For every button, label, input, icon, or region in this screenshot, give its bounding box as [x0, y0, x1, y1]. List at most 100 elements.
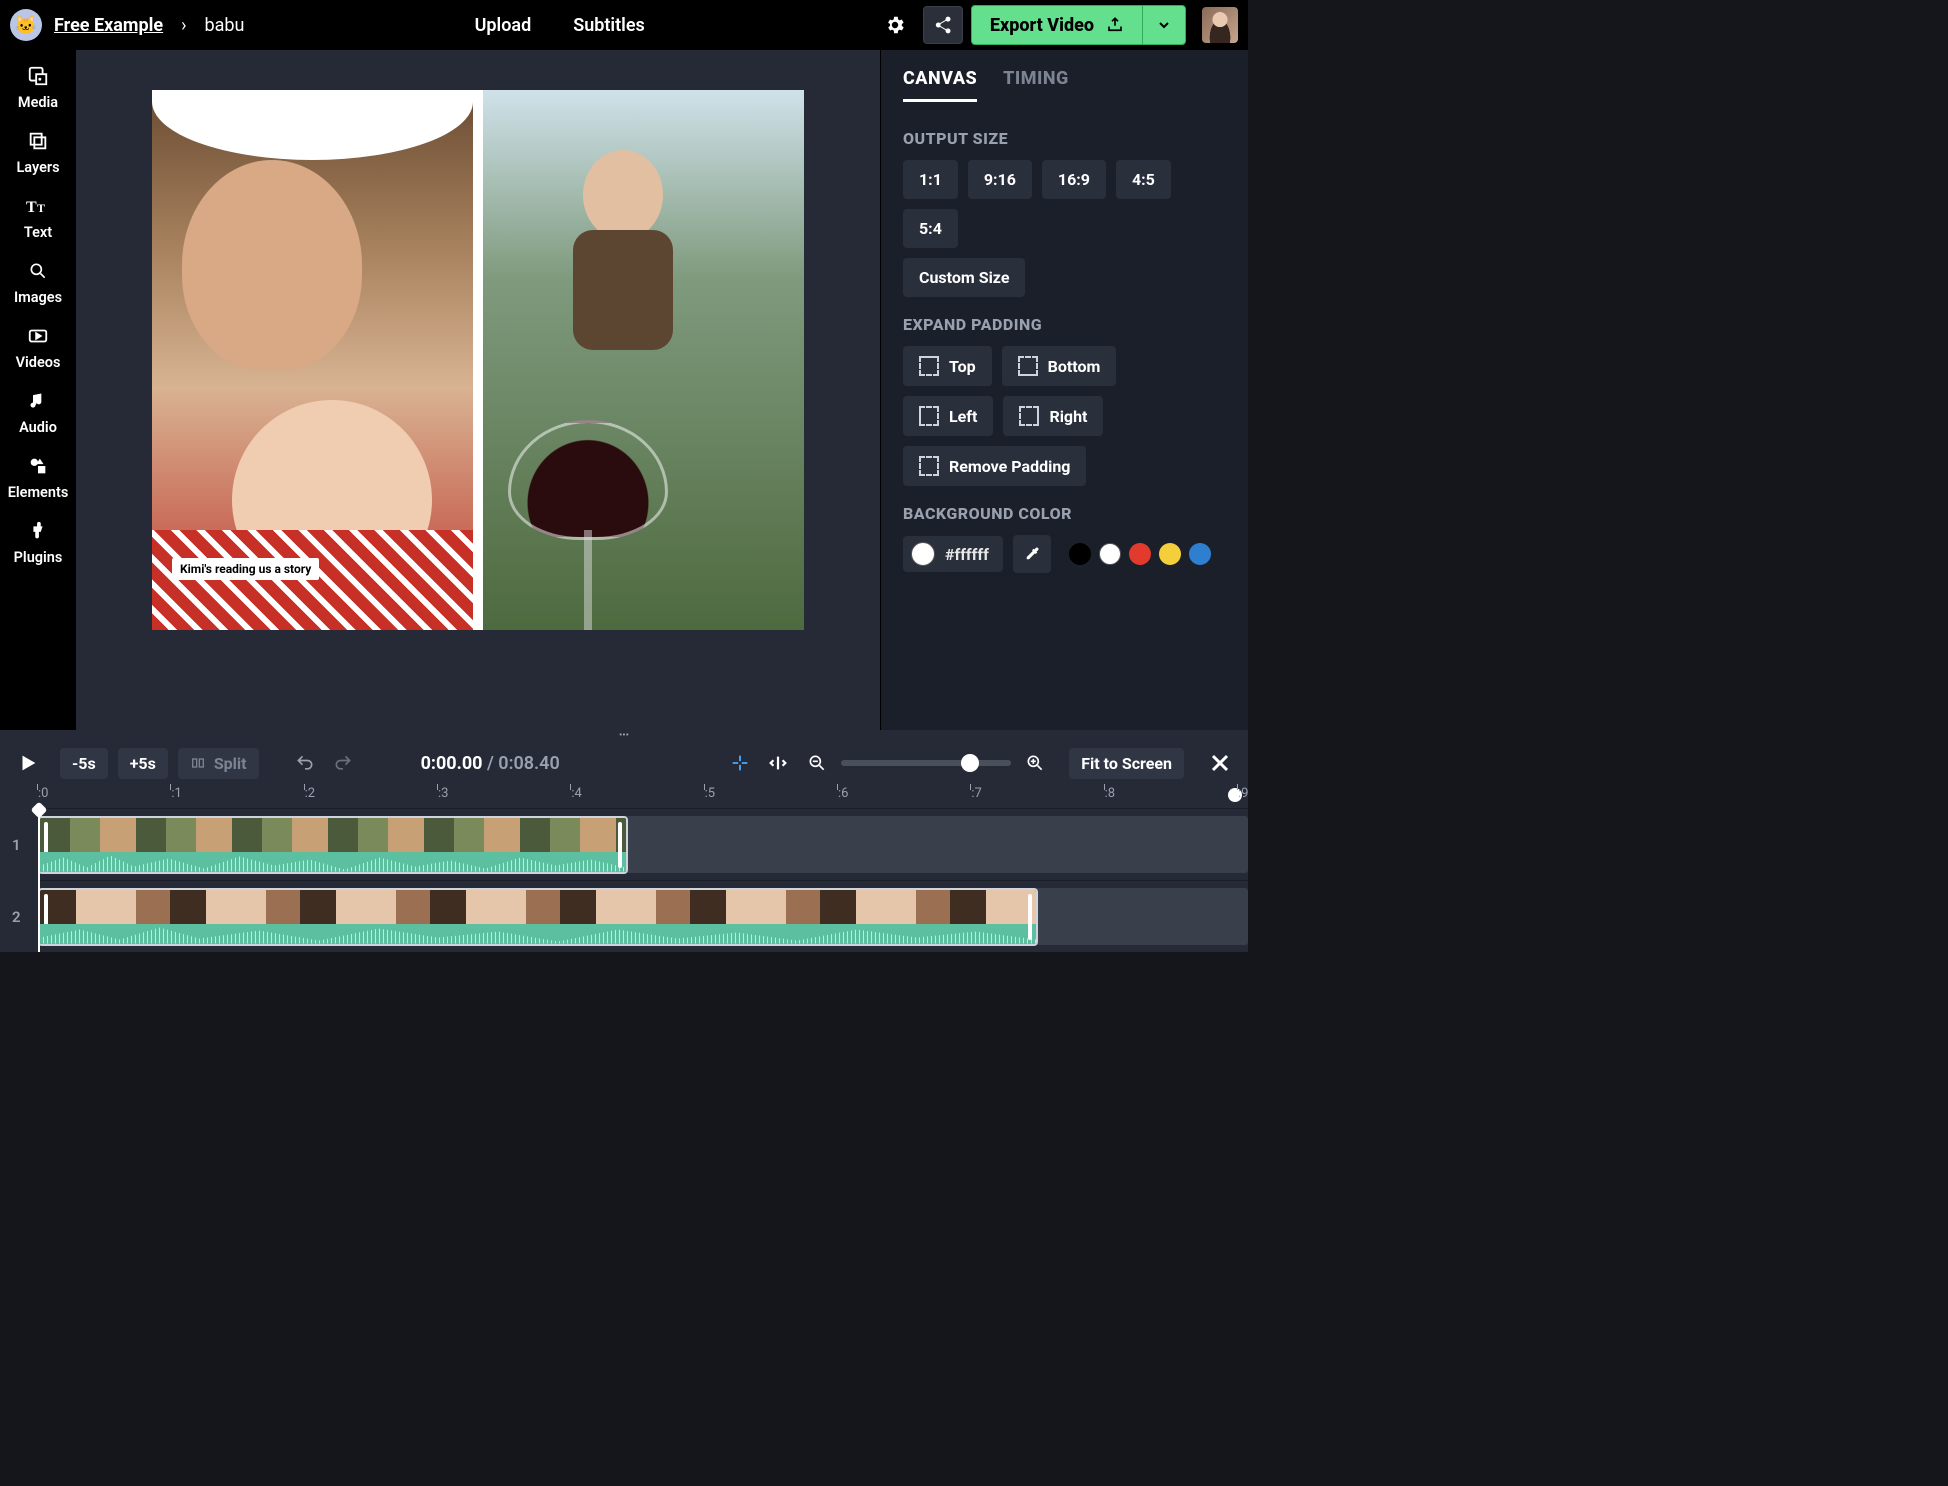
timeline-tracks: 1 2 [0, 808, 1248, 952]
share-button[interactable] [923, 6, 963, 44]
snap-button[interactable] [729, 752, 751, 774]
time-sep: / [483, 753, 499, 774]
gear-icon [884, 14, 906, 36]
tab-canvas[interactable]: CANVAS [903, 68, 977, 102]
pad-top-label: Top [949, 357, 976, 376]
swatch-red[interactable] [1129, 543, 1151, 565]
timeline-ruler[interactable]: :0:1:2:3:4:5:6:7:8:9 [0, 786, 1248, 808]
pad-left-icon [919, 406, 939, 426]
user-avatar[interactable] [1202, 7, 1238, 43]
svg-text:T: T [37, 201, 45, 215]
swatch-black[interactable] [1069, 543, 1091, 565]
ratio-4-5[interactable]: 4:5 [1116, 160, 1171, 199]
track-row-2[interactable]: 2 [38, 880, 1248, 952]
play-button[interactable] [14, 749, 42, 777]
rail-label: Images [14, 289, 62, 306]
canvas-caption: Kimi's reading us a story [172, 558, 319, 580]
eyedropper-button[interactable] [1013, 535, 1051, 573]
pad-bottom[interactable]: Bottom [1002, 346, 1117, 386]
fit-to-screen-button[interactable]: Fit to Screen [1069, 748, 1184, 779]
rail-images[interactable]: Images [14, 259, 62, 306]
rail-elements[interactable]: Elements [8, 454, 69, 501]
zoom-slider[interactable] [841, 760, 1011, 766]
time-current: 0:00.00 [421, 753, 483, 774]
ratio-16-9[interactable]: 16:9 [1042, 160, 1106, 199]
video-canvas[interactable]: Kimi's reading us a story [152, 90, 804, 630]
clip-2[interactable] [38, 888, 1038, 946]
pad-right-label: Right [1049, 407, 1087, 426]
clip-1[interactable] [38, 816, 628, 874]
remove-padding-label: Remove Padding [949, 457, 1070, 476]
elements-icon [26, 454, 50, 478]
rail-audio[interactable]: Audio [19, 389, 57, 436]
ratio-1-1[interactable]: 1:1 [903, 160, 958, 199]
video-icon [26, 324, 50, 348]
remove-padding[interactable]: Remove Padding [903, 446, 1086, 486]
project-name[interactable]: babu [205, 15, 245, 36]
eyedropper-icon [1023, 545, 1041, 563]
rail-text[interactable]: TT Text [24, 194, 52, 241]
swatch-yellow[interactable] [1159, 543, 1181, 565]
timeline-resize-handle[interactable]: ••• [0, 730, 1248, 740]
ruler-tick: :1 [171, 786, 181, 801]
ruler-tick: :4 [571, 786, 581, 801]
custom-size-button[interactable]: Custom Size [903, 258, 1025, 297]
text-icon: TT [26, 194, 50, 218]
zoom-controls [807, 753, 1045, 773]
ratio-5-4[interactable]: 5:4 [903, 209, 958, 248]
pad-left[interactable]: Left [903, 396, 993, 436]
bg-color-input[interactable]: #ffffff [903, 536, 1003, 572]
rail-videos[interactable]: Videos [16, 324, 61, 371]
background-color-label: BACKGROUND COLOR [903, 504, 1226, 523]
rail-label: Videos [16, 354, 61, 371]
clip-handle-right[interactable] [1028, 894, 1032, 940]
clip-handle-right[interactable] [618, 822, 622, 868]
export-icon [1106, 16, 1124, 34]
split-button[interactable]: Split [178, 748, 259, 779]
rail-layers[interactable]: Layers [16, 129, 59, 176]
swatch-blue[interactable] [1189, 543, 1211, 565]
workspace-avatar[interactable]: 🐱 [10, 9, 42, 41]
close-timeline-button[interactable] [1206, 749, 1234, 777]
pad-top-icon [919, 356, 939, 376]
export-dropdown[interactable] [1142, 5, 1186, 45]
search-icon [26, 259, 50, 283]
ratio-9-16[interactable]: 9:16 [968, 160, 1032, 199]
track-row-1[interactable]: 1 [38, 808, 1248, 880]
back-5s-button[interactable]: -5s [60, 748, 108, 779]
pad-bottom-icon [1018, 356, 1038, 376]
pad-top[interactable]: Top [903, 346, 992, 386]
rail-label: Audio [19, 419, 57, 436]
expand-padding-label: EXPAND PADDING [903, 315, 1226, 334]
tab-timing[interactable]: TIMING [1003, 68, 1069, 102]
workspace-link[interactable]: Free Example [54, 15, 163, 36]
bg-color-swatch [911, 542, 935, 566]
ruler-tick: :2 [305, 786, 315, 801]
settings-button[interactable] [875, 6, 915, 44]
zoom-out-button[interactable] [807, 753, 827, 773]
redo-button[interactable] [329, 749, 357, 777]
chevron-down-icon [1156, 17, 1172, 33]
zoom-in-button[interactable] [1025, 753, 1045, 773]
export-button[interactable]: Export Video [971, 5, 1142, 45]
subtitles-link[interactable]: Subtitles [573, 15, 645, 36]
trim-mode-button[interactable] [767, 752, 789, 774]
layers-icon [26, 129, 50, 153]
canvas-area[interactable]: Kimi's reading us a story [76, 50, 880, 730]
bg-color-value: #ffffff [945, 545, 989, 564]
rail-media[interactable]: Media [18, 64, 58, 111]
forward-5s-button[interactable]: +5s [118, 748, 168, 779]
zoom-thumb[interactable] [961, 754, 979, 772]
time-duration: 0:08.40 [498, 753, 559, 774]
pad-right[interactable]: Right [1003, 396, 1103, 436]
rail-plugins[interactable]: Plugins [14, 519, 63, 566]
swatch-white[interactable] [1099, 543, 1121, 565]
canvas-clip-right [483, 90, 804, 630]
upload-link[interactable]: Upload [475, 15, 532, 36]
timeline-section: ••• -5s +5s Split 0:00.00 / 0:08.40 [0, 730, 1248, 952]
ruler-tick: :0 [38, 786, 48, 801]
playhead[interactable] [38, 808, 40, 952]
remove-padding-icon [919, 456, 939, 476]
undo-button[interactable] [291, 749, 319, 777]
timeline-toolbar: -5s +5s Split 0:00.00 / 0:08.40 [0, 740, 1248, 786]
